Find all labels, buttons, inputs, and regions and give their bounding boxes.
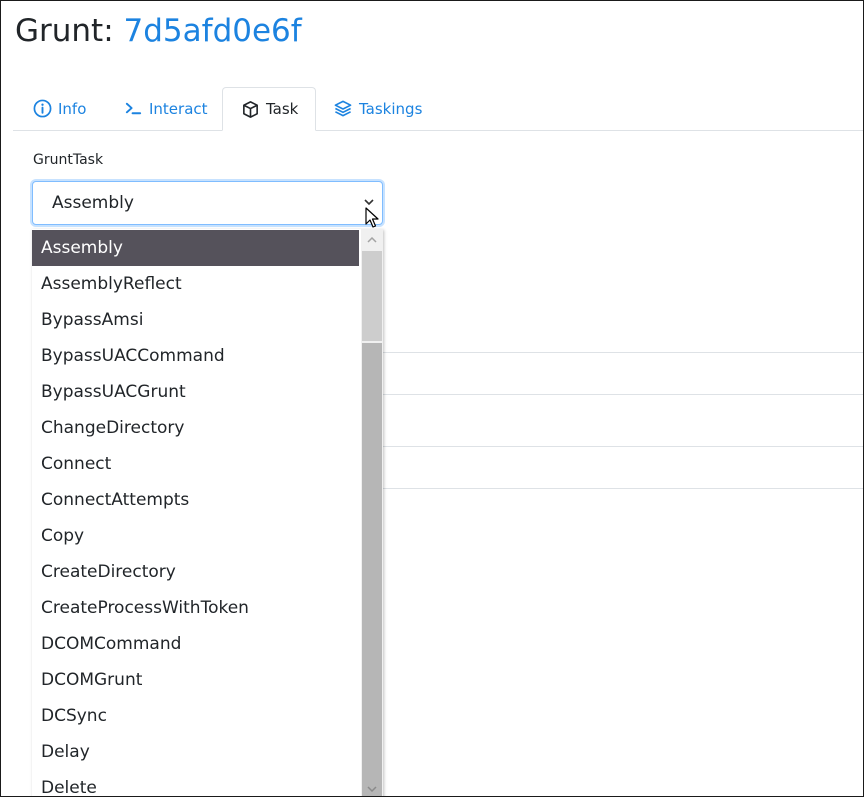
- info-icon: [33, 99, 52, 118]
- tab-interact[interactable]: Interact: [124, 87, 208, 130]
- cube-icon: [243, 100, 258, 118]
- dropdown-option[interactable]: Delay: [32, 734, 359, 770]
- scroll-up-arrow-icon[interactable]: [361, 231, 383, 249]
- dropdown-option[interactable]: DCOMCommand: [32, 626, 359, 662]
- tab-taskings[interactable]: Taskings: [333, 87, 422, 130]
- layers-icon: [334, 100, 352, 117]
- mouse-pointer-icon: [365, 207, 379, 228]
- dropdown-option[interactable]: Copy: [32, 518, 359, 554]
- grunt-task-select[interactable]: Assembly: [32, 181, 383, 225]
- grunt-task-label: GruntTask: [33, 152, 104, 168]
- dropdown-option[interactable]: Delete: [32, 770, 359, 796]
- dropdown-option[interactable]: Assembly: [32, 230, 359, 266]
- tab-taskings-label: Taskings: [359, 99, 423, 118]
- page-title: Grunt: 7d5afd0e6f: [15, 11, 302, 51]
- dropdown-option[interactable]: DCSync: [32, 698, 359, 734]
- terminal-icon: [125, 102, 142, 115]
- page-title-prefix: Grunt:: [15, 13, 114, 49]
- background-divider: [383, 446, 863, 447]
- tab-task[interactable]: Task: [222, 87, 317, 131]
- background-divider: [383, 394, 863, 395]
- dropdown-option[interactable]: CreateProcessWithToken: [32, 590, 359, 626]
- grunt-name: 7d5afd0e6f: [123, 13, 302, 49]
- dropdown-option[interactable]: BypassAmsi: [32, 302, 359, 338]
- app-frame: Grunt: 7d5afd0e6f Info Interact Task Tas…: [0, 0, 864, 797]
- dropdown-option[interactable]: BypassUACGrunt: [32, 374, 359, 410]
- chevron-down-icon: [364, 199, 374, 206]
- dropdown-option[interactable]: DCOMGrunt: [32, 662, 359, 698]
- scrollbar-thumb[interactable]: [362, 251, 382, 341]
- background-divider: [383, 352, 863, 353]
- dropdown-option[interactable]: CreateDirectory: [32, 554, 359, 590]
- scrollbar-track[interactable]: [362, 343, 382, 796]
- dropdown-option[interactable]: ConnectAttempts: [32, 482, 359, 518]
- grunt-task-selected-value: Assembly: [52, 193, 134, 213]
- dropdown-option[interactable]: BypassUACCommand: [32, 338, 359, 374]
- scroll-down-arrow-icon[interactable]: [361, 780, 383, 796]
- dropdown-option[interactable]: Connect: [32, 446, 359, 482]
- grunt-task-dropdown-list[interactable]: Assembly AssemblyReflect BypassAmsi BypassU…: [32, 229, 383, 796]
- dropdown-option[interactable]: ChangeDirectory: [32, 410, 359, 446]
- background-divider: [383, 488, 863, 489]
- tab-task-label: Task: [266, 100, 299, 118]
- dropdown-scrollbar[interactable]: [361, 229, 383, 796]
- dropdown-option[interactable]: AssemblyReflect: [32, 266, 359, 302]
- tab-info-label: Info: [58, 99, 87, 118]
- tab-interact-label: Interact: [149, 99, 208, 118]
- tab-bar: Info Interact Task Taskings: [13, 87, 863, 131]
- tab-info[interactable]: Info: [33, 87, 86, 130]
